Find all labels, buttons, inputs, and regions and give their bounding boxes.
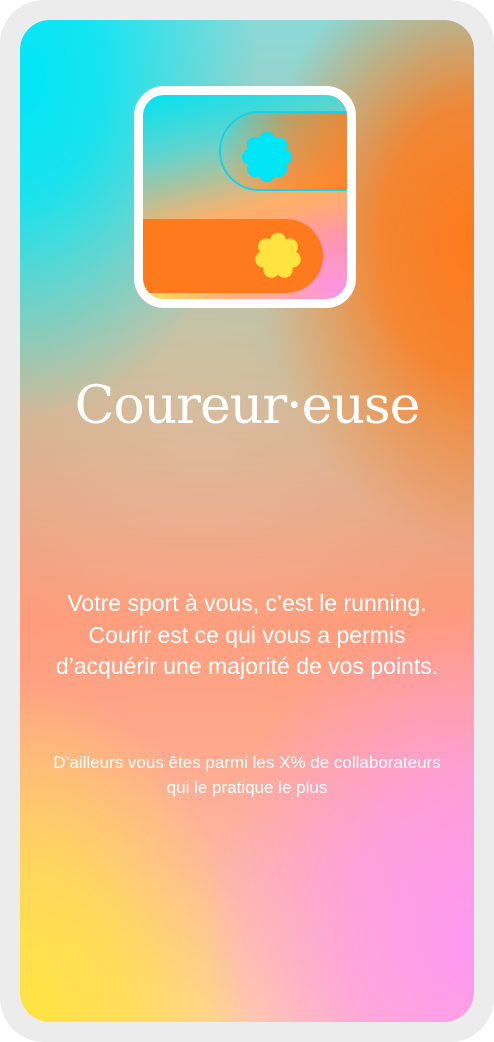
profile-card: Coureur·euse Votre sport à vous, c’est l… (20, 20, 474, 1022)
card-title: Coureur·euse (74, 376, 421, 436)
card-description: Votre sport à vous, c’est le running. Co… (55, 590, 439, 679)
yellow-flower-icon (255, 232, 301, 278)
card-detail: D’ailleurs vous êtes parmi les X% de col… (53, 753, 441, 797)
running-toggle-icon (134, 86, 356, 308)
phone-frame: Coureur·euse Votre sport à vous, c’est l… (0, 0, 494, 1042)
cyan-flower-icon (242, 132, 292, 182)
